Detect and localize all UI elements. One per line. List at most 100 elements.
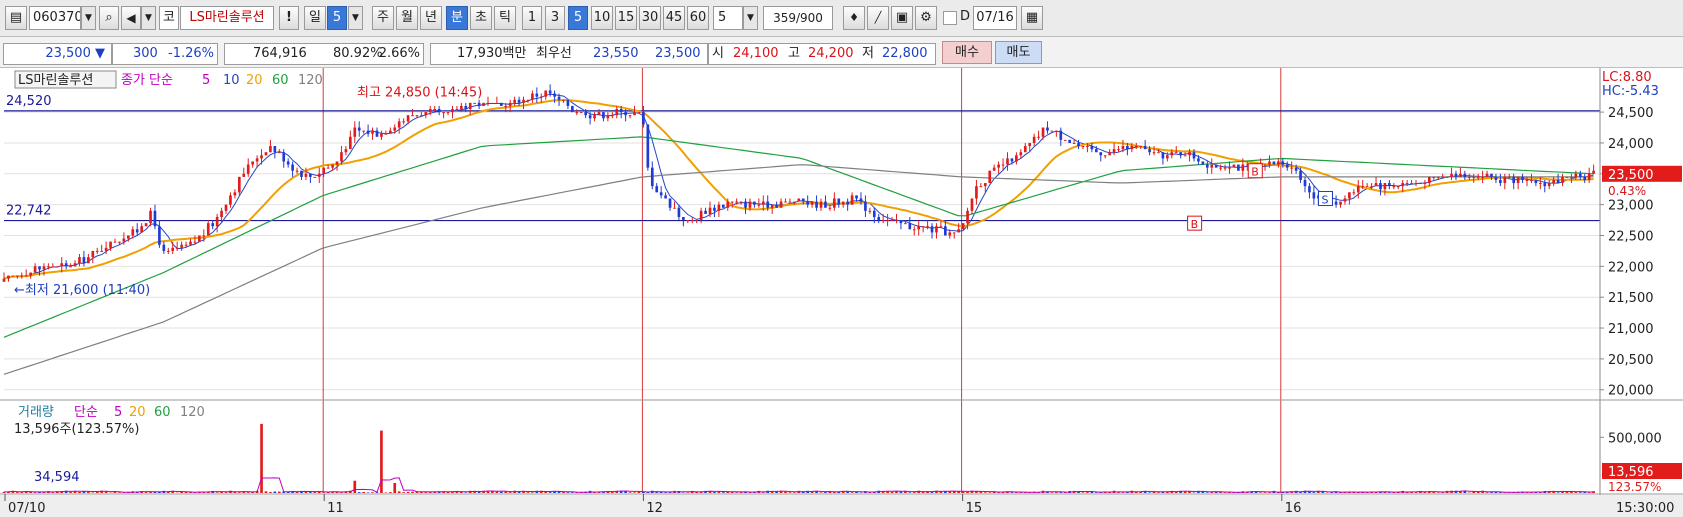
candle-body xyxy=(264,152,268,156)
settings-gear-icon[interactable]: ⚙ xyxy=(915,6,937,30)
volume-bar xyxy=(566,492,570,493)
candle-body xyxy=(1308,186,1311,193)
period-tick-button[interactable]: 틱 xyxy=(494,6,516,30)
volume-bar xyxy=(912,492,916,493)
sell-button[interactable]: 매도 xyxy=(995,41,1042,64)
alert-button[interactable]: ! xyxy=(279,6,299,30)
period-day-value[interactable]: 5 xyxy=(327,6,347,30)
speaker-dropdown-icon[interactable]: ▼ xyxy=(141,6,156,30)
interval-button-1[interactable]: 1 xyxy=(522,6,542,30)
interval-dropdown-icon[interactable]: ▼ xyxy=(743,6,758,30)
x-tick-label: 15 xyxy=(966,501,983,516)
count-field[interactable]: 359/900 xyxy=(763,6,833,30)
candle-body xyxy=(1574,173,1578,177)
candle-body xyxy=(122,238,126,242)
buy-button[interactable]: 매수 xyxy=(942,41,992,64)
candle-body xyxy=(610,115,614,117)
candle-body xyxy=(735,201,738,203)
candle-body xyxy=(1512,176,1516,184)
volume-bar xyxy=(411,491,414,493)
volume-bar xyxy=(78,491,81,493)
candle-body xyxy=(935,226,938,233)
date-input[interactable]: 07/16 xyxy=(973,6,1017,30)
candle-body xyxy=(140,226,143,233)
volume-ratio: 80.92% xyxy=(333,46,383,61)
candle-body xyxy=(841,201,845,205)
candle-body xyxy=(948,232,952,236)
candle-body xyxy=(1166,155,1169,159)
signal-label: B xyxy=(1251,166,1259,179)
candle-body xyxy=(1348,192,1351,199)
search-icon[interactable]: ⌕ xyxy=(99,6,119,30)
interval-button-10[interactable]: 10 xyxy=(591,6,613,30)
stock-name-field[interactable]: LS마린솔루션 xyxy=(180,6,274,30)
volume-bar xyxy=(908,492,912,493)
candle-body xyxy=(1530,179,1533,181)
candle-body xyxy=(1419,183,1422,185)
period-second-button[interactable]: 초 xyxy=(470,6,492,30)
candle-body xyxy=(983,183,987,187)
volume-bar xyxy=(295,491,299,493)
candle-body xyxy=(606,115,610,119)
period-day-dropdown-icon[interactable]: ▼ xyxy=(348,6,363,30)
candle-body xyxy=(1197,158,1200,162)
period-week-button[interactable]: 주 xyxy=(372,6,394,30)
candle-body xyxy=(571,105,574,113)
volume-bar xyxy=(224,492,228,493)
candle-body xyxy=(428,109,432,113)
candle-body xyxy=(1556,179,1560,184)
candle-body xyxy=(113,241,117,243)
candle-body xyxy=(1077,142,1080,147)
candle-body xyxy=(11,275,15,277)
candle-body xyxy=(144,223,148,227)
calendar-icon[interactable]: ▦ xyxy=(1021,6,1043,30)
candle-body xyxy=(504,105,508,107)
period-month-button[interactable]: 월 xyxy=(396,6,418,30)
interval-button-30[interactable]: 30 xyxy=(639,6,661,30)
volume-bar xyxy=(921,492,925,493)
interval-button-45[interactable]: 45 xyxy=(663,6,685,30)
volume-bar xyxy=(1259,492,1262,493)
candle-body xyxy=(1490,173,1493,177)
candle-body xyxy=(415,115,419,117)
candle-body xyxy=(624,112,627,116)
candle-body xyxy=(47,266,50,268)
candle-body xyxy=(748,201,752,208)
candle-style-icon[interactable]: ♦ xyxy=(843,6,865,30)
stock-code-input[interactable]: 060370 xyxy=(29,6,81,30)
line-style-icon[interactable]: ╱ xyxy=(867,6,889,30)
interval-button-60[interactable]: 60 xyxy=(687,6,709,30)
candle-body xyxy=(255,158,259,162)
candle-body xyxy=(828,207,832,209)
change-value: 300 xyxy=(133,46,158,61)
change-percent: -1.26% xyxy=(168,46,214,61)
interval-button-15[interactable]: 15 xyxy=(615,6,637,30)
date-checkbox[interactable] xyxy=(943,11,957,25)
current-price-label: 23,500 xyxy=(1608,168,1654,183)
period-day-button[interactable]: 일 xyxy=(304,6,326,30)
stock-code-dropdown-icon[interactable]: ▼ xyxy=(81,6,96,30)
candle-body xyxy=(349,136,352,150)
volume-bar xyxy=(983,492,987,493)
volume-bar xyxy=(1050,492,1054,493)
interval-button-5[interactable]: 5 xyxy=(568,6,588,30)
candle-body xyxy=(766,201,770,208)
candle-body xyxy=(1134,146,1138,148)
candle-body xyxy=(1441,176,1444,178)
candle-body xyxy=(708,207,712,214)
volume-bar xyxy=(264,491,268,493)
screen-menu-icon[interactable]: ▤ xyxy=(5,6,27,30)
volume-legend-name: 거래량 xyxy=(18,405,54,420)
candle-body xyxy=(833,198,836,208)
interval-button-3[interactable]: 3 xyxy=(545,6,565,30)
price-volume-chart[interactable]: 24,520 22,742 20,000 20,500 21,000 21,500 22,… xyxy=(0,68,1683,517)
candle-body xyxy=(930,226,934,233)
volume-bar xyxy=(113,492,117,493)
interval-input[interactable]: 5 xyxy=(713,6,743,30)
speaker-icon[interactable]: ◀ xyxy=(121,6,141,30)
period-year-button[interactable]: 년 xyxy=(420,6,442,30)
period-minute-button[interactable]: 분 xyxy=(446,6,468,30)
save-icon[interactable]: ▣ xyxy=(891,6,913,30)
candle-body xyxy=(1072,142,1076,144)
candle-body xyxy=(162,244,166,251)
